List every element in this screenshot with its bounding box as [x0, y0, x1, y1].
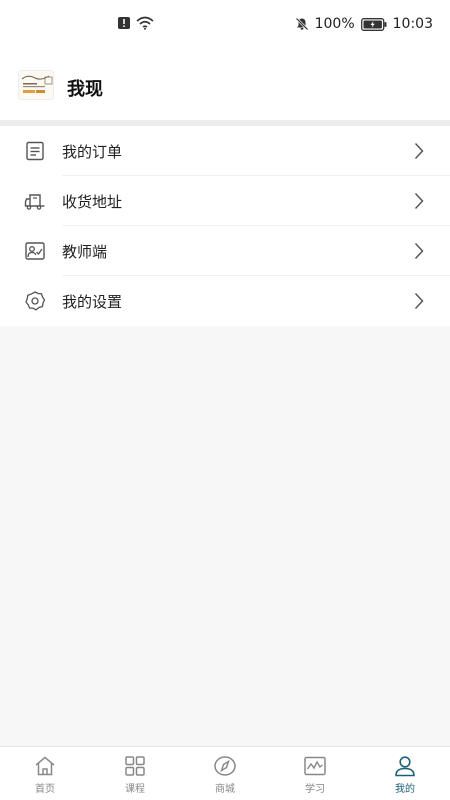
profile-username: 我现	[67, 79, 103, 100]
status-right-icons: 100% 10:03	[295, 16, 433, 32]
alert-notification-icon	[118, 17, 130, 29]
menu-item-teacher[interactable]: 教师端	[0, 226, 450, 276]
tab-home[interactable]: 首页	[0, 747, 90, 800]
battery-icon	[360, 17, 387, 31]
compass-icon	[214, 756, 236, 776]
chevron-right-icon	[414, 142, 424, 160]
menu-item-orders[interactable]: 我的订单	[0, 126, 450, 176]
menu-item-label: 收货地址	[62, 193, 123, 211]
app-root: 100% 10:03 我现 我的订单 收货地址 教师端 我的设置 首页 课程 商…	[0, 0, 450, 800]
user-icon	[395, 756, 415, 777]
tab-mall[interactable]: 商城	[180, 747, 270, 800]
status-bar: 100% 10:03	[0, 0, 450, 52]
tab-courses[interactable]: 课程	[90, 747, 180, 800]
status-left-icons	[118, 16, 154, 30]
status-time: 10:03	[392, 16, 433, 32]
order-icon	[26, 141, 44, 161]
tab-mine[interactable]: 我的	[360, 747, 450, 800]
profile-header[interactable]: 我现	[0, 52, 450, 120]
avatar[interactable]	[18, 70, 54, 100]
tab-label: 学习	[305, 784, 325, 795]
tab-label: 课程	[125, 784, 145, 795]
chart-icon	[304, 756, 326, 776]
truck-icon	[24, 194, 45, 210]
teacher-icon	[25, 242, 45, 260]
tab-label: 我的	[395, 784, 415, 795]
chevron-right-icon	[414, 192, 424, 210]
grid-icon	[125, 756, 145, 776]
avatar-logo-image	[19, 71, 53, 99]
menu-list: 我的订单 收货地址 教师端 我的设置	[0, 126, 450, 326]
chevron-right-icon	[414, 292, 424, 310]
tab-label: 首页	[35, 784, 55, 795]
chevron-right-icon	[414, 242, 424, 260]
wifi-icon	[136, 16, 154, 30]
menu-item-label: 我的订单	[62, 143, 123, 161]
tab-study[interactable]: 学习	[270, 747, 360, 800]
menu-item-label: 教师端	[62, 243, 108, 261]
menu-item-label: 我的设置	[62, 293, 123, 311]
mute-bell-icon	[295, 17, 308, 31]
battery-percent: 100%	[314, 16, 355, 32]
settings-icon	[25, 291, 46, 311]
menu-item-settings[interactable]: 我的设置	[0, 276, 450, 326]
home-icon	[35, 756, 55, 776]
menu-item-address[interactable]: 收货地址	[0, 176, 450, 226]
bottom-tab-bar: 首页 课程 商城 学习 我的	[0, 746, 450, 800]
tab-label: 商城	[215, 784, 235, 795]
